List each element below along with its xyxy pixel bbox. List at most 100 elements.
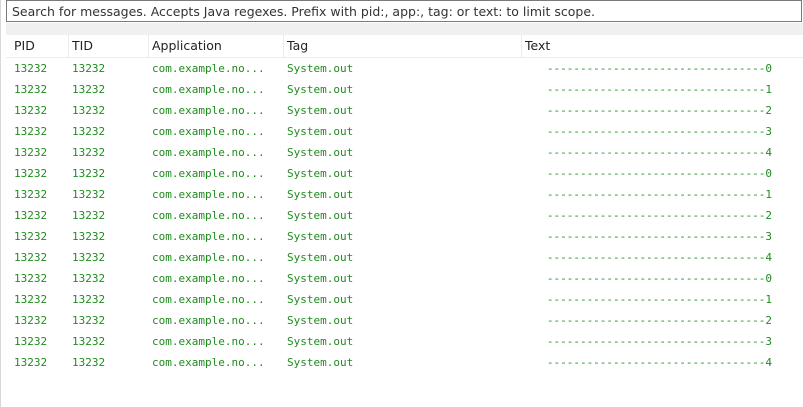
table-row[interactable]: 13232 13232 com.example.no... System.out ---… xyxy=(6,268,803,289)
row-text: ---------------------------------2 xyxy=(546,209,772,222)
table-row[interactable]: 13232 13232 com.example.no... System.out ---… xyxy=(6,247,803,268)
row-pid: 13232 xyxy=(14,272,48,285)
row-tid: 13232 xyxy=(72,251,106,264)
column-header-text[interactable]: Text xyxy=(522,35,772,57)
row-text: ---------------------------------0 xyxy=(546,272,772,285)
row-tid: 13232 xyxy=(72,293,106,306)
row-pid: 13232 xyxy=(14,209,48,222)
row-pid: 13232 xyxy=(14,83,48,96)
row-tid: 13232 xyxy=(72,125,106,138)
row-pid: 13232 xyxy=(14,146,48,159)
row-tag: System.out xyxy=(287,167,354,180)
logcat-panel: PID TID Application Tag Text 13232 13232 c… xyxy=(0,0,803,407)
table-row[interactable]: 13232 13232 com.example.no... System.out ---… xyxy=(6,79,803,100)
row-tid: 13232 xyxy=(72,188,106,201)
table-row[interactable]: 13232 13232 com.example.no... System.out ---… xyxy=(6,205,803,226)
row-pid: 13232 xyxy=(14,125,48,138)
table-row[interactable]: 13232 13232 com.example.no... System.out ---… xyxy=(6,58,803,79)
row-text: ---------------------------------2 xyxy=(546,314,772,327)
row-tid: 13232 xyxy=(72,356,106,369)
row-application: com.example.no... xyxy=(152,188,265,201)
row-application: com.example.no... xyxy=(152,167,265,180)
row-tag: System.out xyxy=(287,293,354,306)
table-body: 13232 13232 com.example.no... System.out ---… xyxy=(6,58,803,373)
row-application: com.example.no... xyxy=(152,62,265,75)
row-pid: 13232 xyxy=(14,314,48,327)
table-row[interactable]: 13232 13232 com.example.no... System.out ---… xyxy=(6,289,803,310)
row-tag: System.out xyxy=(287,251,354,264)
row-application: com.example.no... xyxy=(152,230,265,243)
row-pid: 13232 xyxy=(14,356,48,369)
row-tid: 13232 xyxy=(72,104,106,117)
table-row[interactable]: 13232 13232 com.example.no... System.out ---… xyxy=(6,163,803,184)
row-application: com.example.no... xyxy=(152,335,265,348)
column-header-application[interactable]: Application xyxy=(149,35,284,57)
row-tag: System.out xyxy=(287,104,354,117)
row-tag: System.out xyxy=(287,209,354,222)
toolbar-spacer xyxy=(6,23,803,35)
row-application: com.example.no... xyxy=(152,104,265,117)
table-row[interactable]: 13232 13232 com.example.no... System.out ---… xyxy=(6,184,803,205)
log-table: PID TID Application Tag Text 13232 13232 c… xyxy=(6,35,803,373)
row-pid: 13232 xyxy=(14,293,48,306)
row-pid: 13232 xyxy=(14,104,48,117)
row-text: ---------------------------------1 xyxy=(546,188,772,201)
row-tid: 13232 xyxy=(72,314,106,327)
row-pid: 13232 xyxy=(14,335,48,348)
search-input[interactable] xyxy=(7,1,801,21)
row-application: com.example.no... xyxy=(152,251,265,264)
row-pid: 13232 xyxy=(14,251,48,264)
row-text: ---------------------------------4 xyxy=(546,356,772,369)
row-text: ---------------------------------3 xyxy=(546,125,772,138)
row-text: ---------------------------------3 xyxy=(546,230,772,243)
table-row[interactable]: 13232 13232 com.example.no... System.out ---… xyxy=(6,310,803,331)
row-tag: System.out xyxy=(287,356,354,369)
column-header-pid[interactable]: PID xyxy=(6,35,69,57)
row-application: com.example.no... xyxy=(152,83,265,96)
row-text: ---------------------------------4 xyxy=(546,251,772,264)
column-header-tid[interactable]: TID xyxy=(69,35,149,57)
row-text: ---------------------------------3 xyxy=(546,335,772,348)
row-tid: 13232 xyxy=(72,83,106,96)
row-application: com.example.no... xyxy=(152,125,265,138)
row-tid: 13232 xyxy=(72,272,106,285)
row-tag: System.out xyxy=(287,230,354,243)
row-tid: 13232 xyxy=(72,230,106,243)
row-text: ---------------------------------1 xyxy=(546,83,772,96)
row-pid: 13232 xyxy=(14,188,48,201)
row-tag: System.out xyxy=(287,335,354,348)
row-tid: 13232 xyxy=(72,335,106,348)
table-row[interactable]: 13232 13232 com.example.no... System.out ---… xyxy=(6,142,803,163)
search-box[interactable] xyxy=(6,0,802,22)
row-tag: System.out xyxy=(287,146,354,159)
row-text: ---------------------------------2 xyxy=(546,104,772,117)
row-text: ---------------------------------0 xyxy=(546,167,772,180)
row-tag: System.out xyxy=(287,62,354,75)
row-tag: System.out xyxy=(287,83,354,96)
row-tid: 13232 xyxy=(72,62,106,75)
row-text: ---------------------------------1 xyxy=(546,293,772,306)
row-tag: System.out xyxy=(287,314,354,327)
row-application: com.example.no... xyxy=(152,209,265,222)
column-header-tag[interactable]: Tag xyxy=(284,35,522,57)
row-application: com.example.no... xyxy=(152,272,265,285)
table-row[interactable]: 13232 13232 com.example.no... System.out ---… xyxy=(6,226,803,247)
row-text: ---------------------------------4 xyxy=(546,146,772,159)
row-tid: 13232 xyxy=(72,209,106,222)
row-tag: System.out xyxy=(287,188,354,201)
row-pid: 13232 xyxy=(14,230,48,243)
row-application: com.example.no... xyxy=(152,293,265,306)
table-row[interactable]: 13232 13232 com.example.no... System.out ---… xyxy=(6,331,803,352)
table-row[interactable]: 13232 13232 com.example.no... System.out ---… xyxy=(6,100,803,121)
row-application: com.example.no... xyxy=(152,146,265,159)
row-tid: 13232 xyxy=(72,146,106,159)
row-pid: 13232 xyxy=(14,62,48,75)
table-header: PID TID Application Tag Text xyxy=(6,35,803,58)
row-application: com.example.no... xyxy=(152,314,265,327)
table-row[interactable]: 13232 13232 com.example.no... System.out ---… xyxy=(6,352,803,373)
row-pid: 13232 xyxy=(14,167,48,180)
row-tid: 13232 xyxy=(72,167,106,180)
row-application: com.example.no... xyxy=(152,356,265,369)
table-row[interactable]: 13232 13232 com.example.no... System.out ---… xyxy=(6,121,803,142)
row-tag: System.out xyxy=(287,272,354,285)
